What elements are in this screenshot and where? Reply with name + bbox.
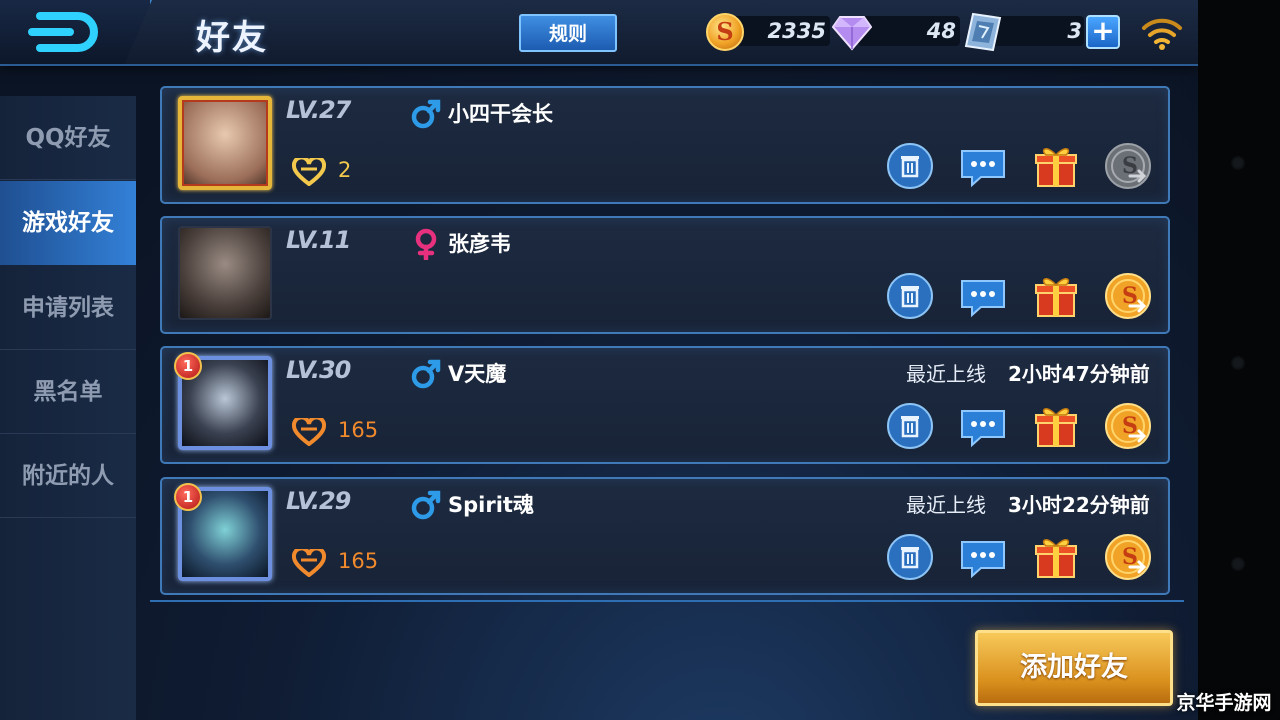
add-friend-button[interactable]: 添加好友 xyxy=(975,630,1173,706)
chat-button[interactable] xyxy=(959,539,1007,587)
player-avatar[interactable] xyxy=(178,226,272,320)
delete-friend-button[interactable] xyxy=(886,142,934,190)
sidebar-item-game-friends[interactable]: 游戏好友 xyxy=(0,181,136,265)
player-avatar[interactable]: 1 xyxy=(174,352,272,450)
female-gender-icon xyxy=(415,228,437,260)
bezel-button xyxy=(1231,356,1245,370)
gift-box-icon xyxy=(1035,148,1077,187)
chat-bubble-icon xyxy=(961,150,1005,188)
intimacy-value: 165 xyxy=(338,418,379,442)
friend-card[interactable]: LV.11 张彦韦 S xyxy=(160,216,1170,334)
last-online-label: 最近上线 xyxy=(906,493,986,517)
last-online-label: 最近上线 xyxy=(906,362,986,386)
trash-icon xyxy=(887,403,933,449)
sidebar-item-nearby[interactable]: 附近的人 xyxy=(0,434,136,518)
friend-card[interactable]: LV.27 小四干会长 2 S xyxy=(160,86,1170,204)
wifi-signal-icon xyxy=(1142,18,1182,50)
send-gold-button[interactable]: S xyxy=(1104,142,1152,190)
rank-badge: 1 xyxy=(174,352,202,380)
player-level: LV.30 xyxy=(286,356,351,384)
send-gold-button[interactable]: S xyxy=(1104,402,1152,450)
watermark: 京华手游网 xyxy=(1176,692,1272,714)
back-arrow-icon xyxy=(28,12,98,52)
voucher-amount: 3 xyxy=(1067,19,1082,43)
send-gold-button[interactable]: S xyxy=(1104,533,1152,581)
player-name: Spirit魂 xyxy=(448,493,534,517)
send-gift-button[interactable] xyxy=(1032,272,1080,320)
rules-button[interactable]: 规则 xyxy=(519,14,617,52)
friend-card[interactable]: 1 LV.30 V天魔 165 最近上线 2小时47分钟前 S xyxy=(160,346,1170,464)
sidebar-item-blacklist[interactable]: 黑名单 xyxy=(0,350,136,434)
voucher-card-icon xyxy=(964,12,1002,52)
send-gift-button[interactable] xyxy=(1032,402,1080,450)
player-name: V天魔 xyxy=(448,362,507,386)
gold-transfer-icon: S xyxy=(1105,534,1151,580)
diamond-icon xyxy=(832,16,872,51)
bezel-button xyxy=(1231,557,1245,571)
player-name: 小四干会长 xyxy=(448,102,553,126)
chat-button[interactable] xyxy=(959,148,1007,196)
send-gift-button[interactable] xyxy=(1032,142,1080,190)
game-screen: 好友 规则 S 2335 48 3 + QQ好友 游戏好友 申请列表 黑名单 附… xyxy=(0,0,1198,720)
intimacy-heart-icon xyxy=(292,158,326,186)
male-gender-icon xyxy=(411,99,441,129)
rank-badge: 1 xyxy=(174,483,202,511)
bezel-button xyxy=(1231,156,1245,170)
chat-bubble-icon xyxy=(961,280,1005,318)
top-bar: 好友 规则 S 2335 48 3 + xyxy=(0,0,1198,66)
friend-category-sidebar: QQ好友 游戏好友 申请列表 黑名单 附近的人 xyxy=(0,96,136,720)
friend-card[interactable]: 1 LV.29 Spirit魂 165 最近上线 3小时22分钟前 S xyxy=(160,477,1170,595)
player-name: 张彦韦 xyxy=(448,232,511,256)
player-level: LV.27 xyxy=(286,96,351,124)
send-gold-button[interactable]: S xyxy=(1104,272,1152,320)
sidebar-item-qq-friends[interactable]: QQ好友 xyxy=(0,96,136,180)
male-gender-icon xyxy=(411,490,441,520)
delete-friend-button[interactable] xyxy=(886,272,934,320)
sidebar-item-requests[interactable]: 申请列表 xyxy=(0,266,136,350)
player-level: LV.29 xyxy=(286,487,351,515)
delete-friend-button[interactable] xyxy=(886,402,934,450)
trash-icon xyxy=(887,143,933,189)
back-button[interactable] xyxy=(0,0,152,64)
intimacy-value: 165 xyxy=(338,549,379,573)
gift-box-icon xyxy=(1035,539,1077,578)
gold-transfer-icon: S xyxy=(1105,143,1151,189)
last-online-time: 2小时47分钟前 xyxy=(1008,362,1150,386)
trash-icon xyxy=(887,273,933,319)
player-avatar[interactable] xyxy=(178,96,272,190)
gift-box-icon xyxy=(1035,278,1077,317)
intimacy-heart-icon xyxy=(292,549,326,577)
chat-button[interactable] xyxy=(959,408,1007,456)
chat-button[interactable] xyxy=(959,278,1007,326)
send-gift-button[interactable] xyxy=(1032,533,1080,581)
trash-icon xyxy=(887,534,933,580)
chat-bubble-icon xyxy=(961,410,1005,448)
intimacy-value: 2 xyxy=(338,158,352,182)
delete-friend-button[interactable] xyxy=(886,533,934,581)
gold-amount: 2335 xyxy=(767,19,826,43)
recharge-plus-button[interactable]: + xyxy=(1086,15,1120,49)
page-title: 好友 xyxy=(196,18,268,58)
player-level: LV.11 xyxy=(286,226,351,254)
last-online-time: 3小时22分钟前 xyxy=(1008,493,1150,517)
male-gender-icon xyxy=(411,359,441,389)
gold-transfer-icon: S xyxy=(1105,273,1151,319)
intimacy-heart-icon xyxy=(292,418,326,446)
player-avatar[interactable]: 1 xyxy=(174,483,272,581)
gift-box-icon xyxy=(1035,408,1077,447)
chat-bubble-icon xyxy=(961,541,1005,579)
gold-coin-icon: S xyxy=(706,13,744,51)
friend-list: LV.27 小四干会长 2 S LV.11 张彦韦 S 1 LV.30 V天魔 165 最近上线 2… xyxy=(150,78,1184,602)
diamond-amount: 48 xyxy=(926,19,956,43)
gold-transfer-icon: S xyxy=(1105,403,1151,449)
